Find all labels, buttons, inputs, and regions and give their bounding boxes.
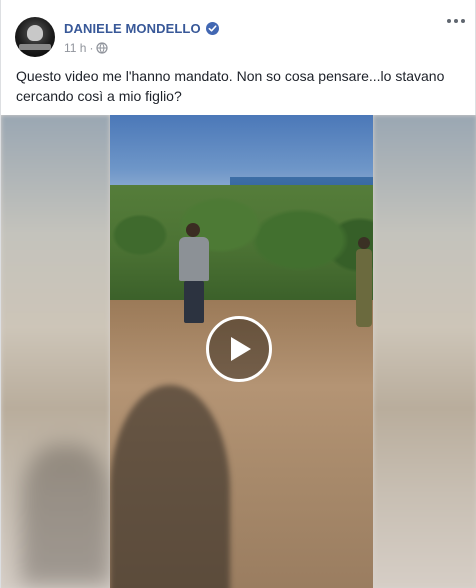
verified-badge-icon [205, 22, 219, 35]
facebook-post: DANIELE MONDELLO 11 h · Questo video me … [0, 0, 476, 588]
video-player[interactable] [1, 115, 476, 588]
video-blur-right [373, 115, 476, 588]
author-avatar[interactable] [15, 17, 55, 57]
author-name[interactable]: DANIELE MONDELLO [64, 21, 201, 36]
more-options-icon[interactable] [447, 14, 465, 28]
video-blur-left [1, 115, 110, 588]
person-head [186, 223, 200, 237]
dot [454, 19, 458, 23]
dot [447, 19, 451, 23]
post-header: DANIELE MONDELLO 11 h · [1, 0, 475, 64]
avatar-banner-graphic [19, 44, 51, 50]
post-timestamp[interactable]: 11 h [64, 41, 86, 55]
dot [461, 19, 465, 23]
video-frame [110, 115, 373, 588]
post-meta: 11 h · [64, 41, 109, 55]
avatar-skull-graphic [27, 25, 43, 41]
meta-separator: · [89, 41, 94, 55]
person-head [358, 237, 370, 249]
post-text: Questo video me l'hanno mandato. Non so … [16, 68, 445, 104]
video-person-camo [354, 237, 373, 327]
video-trees [110, 185, 373, 305]
person-legs [184, 281, 204, 323]
video-shadow [110, 385, 230, 588]
play-icon[interactable] [206, 316, 272, 382]
person-torso [179, 237, 209, 281]
person-body [356, 249, 372, 327]
author-name-row: DANIELE MONDELLO [64, 21, 219, 36]
video-person-grey-shirt [176, 223, 212, 323]
globe-icon[interactable] [96, 42, 109, 54]
